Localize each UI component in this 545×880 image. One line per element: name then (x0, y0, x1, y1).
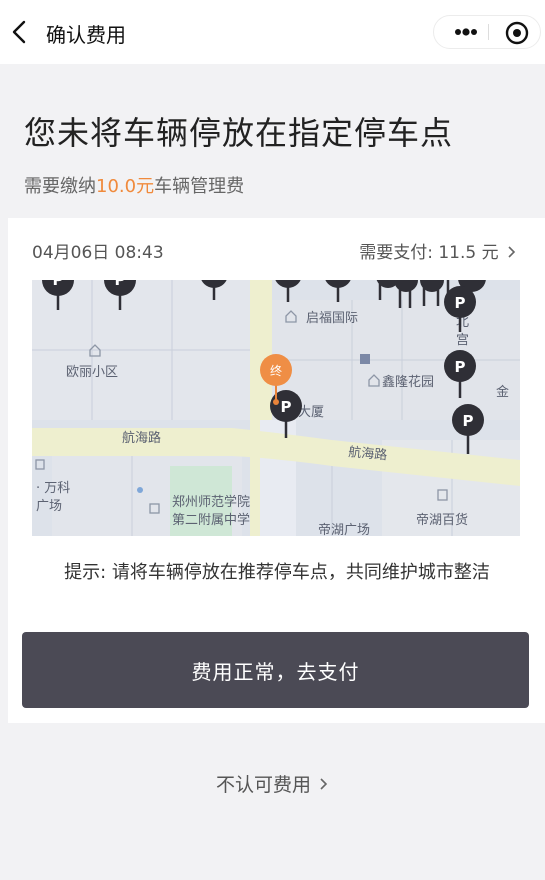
chevron-right-icon (508, 246, 516, 258)
map-label-school-1: 郑州师范学院 (172, 494, 250, 510)
svg-text:P: P (281, 398, 292, 416)
ride-date: 04月06日 08:43 (32, 243, 164, 263)
parking-map[interactable]: 启福国际 欧丽小区 鑫隆花园 金 大厦 航海路 航海路 · 万科 广场 郑州师范… (32, 280, 520, 536)
close-target-icon[interactable] (504, 20, 530, 46)
map-label-gong: 宫 (456, 333, 469, 348)
map-label-hanghai-1: 航海路 (122, 430, 161, 446)
map-label-jin: 金 (496, 384, 509, 400)
capsule-divider (488, 24, 489, 40)
map-label-dihu-store: 帝湖百货 (416, 512, 468, 528)
fee-amount: 10.0元 (96, 176, 155, 197)
map-label-wanke-2: 广场 (36, 499, 62, 514)
mini-program-capsule (433, 15, 541, 49)
svg-text:P: P (455, 358, 466, 376)
svg-text:P: P (115, 280, 126, 289)
map-label-hanghai-2: 航海路 (348, 444, 388, 463)
fee-notice-prefix: 需要缴纳 (24, 176, 96, 197)
dispute-fee-label: 不认可费用 (215, 774, 311, 796)
svg-text:P: P (463, 412, 474, 430)
fee-notice-suffix: 车辆管理费 (154, 176, 245, 197)
payment-detail-link[interactable]: 需要支付: 11.5 元 (359, 238, 517, 263)
back-arrow-icon[interactable] (8, 18, 32, 46)
svg-text:P: P (455, 294, 466, 312)
page-title: 确认费用 (46, 23, 126, 47)
parking-hint: 提示: 请将车辆停放在推荐停车点，共同维护城市整洁 (64, 562, 490, 583)
more-icon[interactable] (444, 16, 488, 48)
dispute-fee-link[interactable]: 不认可费用 (0, 770, 545, 797)
map-canvas: 启福国际 欧丽小区 鑫隆花园 金 大厦 航海路 航海路 · 万科 广场 郑州师范… (32, 280, 520, 536)
payment-amount-label: 需要支付: 11.5 元 (359, 243, 499, 263)
map-label-school-2: 第二附属中学 (172, 512, 250, 528)
map-label-ouli: 欧丽小区 (66, 365, 118, 380)
map-label-dihu-plaza: 帝湖广场 (318, 522, 370, 536)
map-label-xinlong: 鑫隆花园 (382, 374, 434, 390)
map-label-qifu: 启福国际 (306, 311, 358, 326)
map-label-wanke-1: · 万科 (36, 481, 70, 496)
svg-text:P: P (53, 280, 64, 289)
fee-notice: 需要缴纳10.0元车辆管理费 (24, 172, 244, 198)
top-nav-bar: 确认费用 (0, 0, 545, 64)
pay-button[interactable]: 费用正常，去支付 (22, 632, 529, 708)
svg-text:终: 终 (270, 363, 282, 378)
fee-card: 04月06日 08:43 需要支付: 11.5 元 启福国际 欧丽小区 鑫隆花园… (8, 218, 545, 723)
headline: 您未将车辆停放在指定停车点 (24, 114, 454, 152)
chevron-right-icon (320, 778, 328, 790)
